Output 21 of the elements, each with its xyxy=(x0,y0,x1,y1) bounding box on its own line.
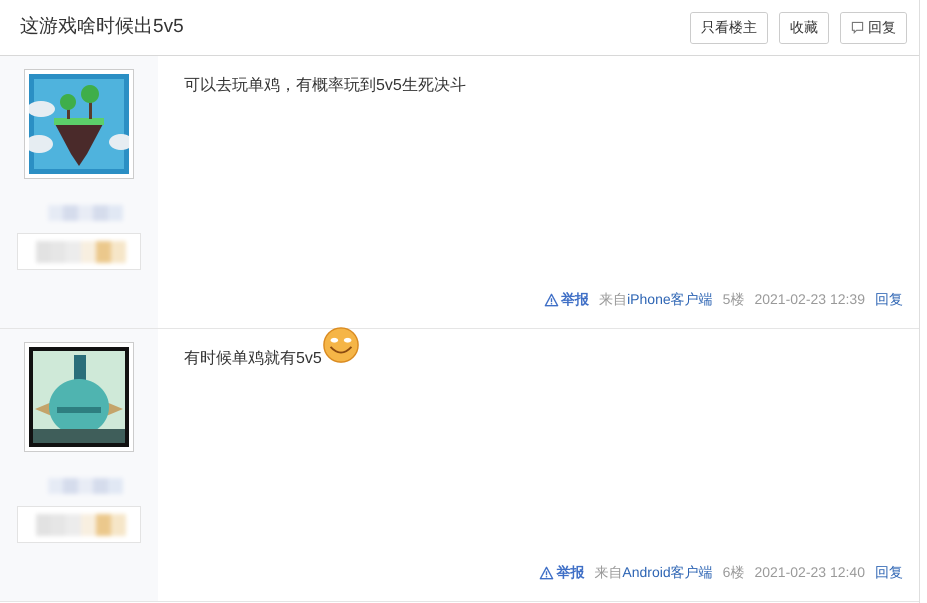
warning-icon xyxy=(544,292,560,306)
post-time: 2021-02-23 12:40 xyxy=(754,563,865,582)
floor-number: 6楼 xyxy=(722,563,744,582)
post-content: 可以去玩单鸡，有概率玩到5v5生死决斗 xyxy=(184,76,466,96)
report-link[interactable]: 举报 xyxy=(539,562,584,583)
toolbar-button[interactable]: 收藏 xyxy=(779,12,829,44)
post-content: 有时候单鸡就有5v5 xyxy=(184,348,322,369)
source-label: 来自 xyxy=(594,563,622,582)
report-link[interactable]: 举报 xyxy=(544,289,590,310)
source-label: 来自 xyxy=(599,290,628,309)
client-link[interactable]: iPhone客户端 xyxy=(627,289,713,310)
client-link[interactable]: Android客户端 xyxy=(622,562,713,583)
post-time: 2021-02-23 12:39 xyxy=(754,290,865,309)
warning-icon xyxy=(539,566,554,580)
comment-icon xyxy=(851,21,864,34)
toolbar-button[interactable]: 只看楼主 xyxy=(690,12,768,44)
reply-link[interactable]: 回复 xyxy=(875,289,903,310)
reply-link[interactable]: 回复 xyxy=(875,562,903,583)
floor-number: 5楼 xyxy=(722,290,744,309)
reply-button[interactable]: 回复 xyxy=(840,12,907,44)
thread-title: 这游戏啥时候出5v5 xyxy=(20,15,184,40)
